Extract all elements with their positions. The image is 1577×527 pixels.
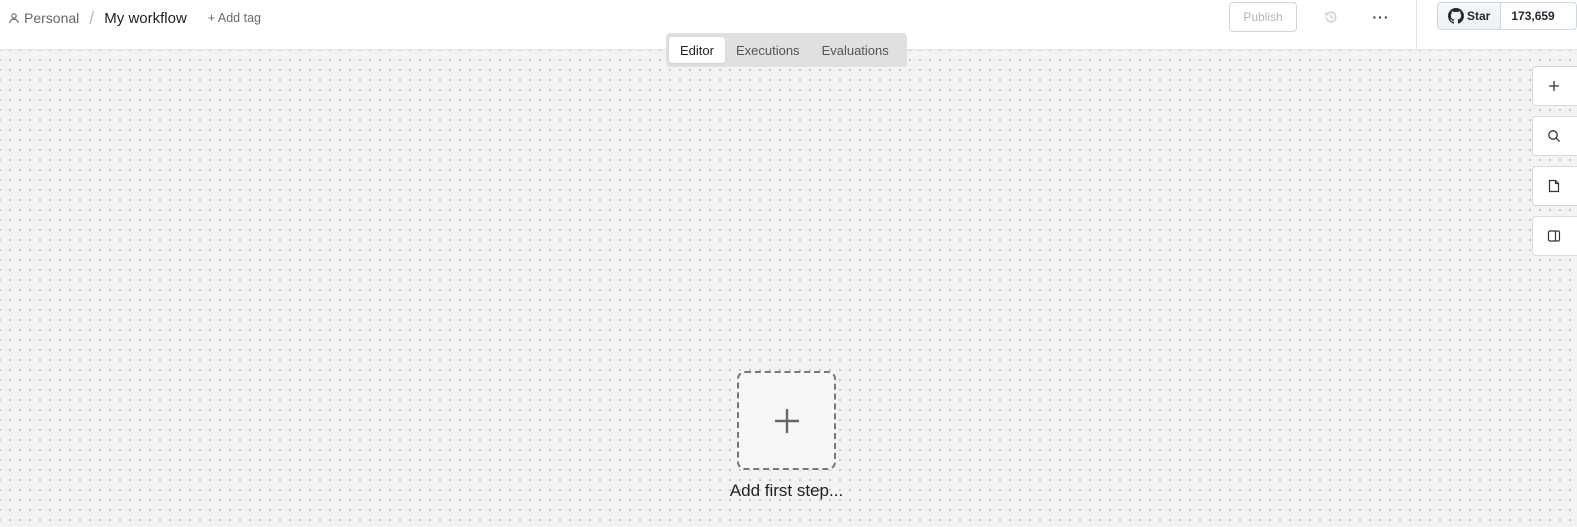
- tab-editor[interactable]: Editor: [669, 37, 725, 63]
- github-star-label: Star: [1467, 9, 1491, 23]
- tab-executions[interactable]: Executions: [725, 37, 811, 63]
- breadcrumb-personal-label: Personal: [24, 10, 80, 26]
- plus-icon: [1549, 81, 1559, 91]
- github-icon: [1448, 8, 1464, 24]
- add-node-button[interactable]: [1532, 66, 1577, 106]
- breadcrumb-separator: /: [89, 7, 95, 28]
- user-icon: [9, 13, 19, 24]
- github-star-button[interactable]: Star: [1438, 3, 1502, 29]
- panel-toggle-icon: [1547, 230, 1561, 242]
- tab-evaluations[interactable]: Evaluations: [811, 37, 900, 63]
- view-tabs: Editor Executions Evaluations: [666, 33, 907, 67]
- breadcrumb-personal[interactable]: Personal: [8, 10, 79, 26]
- workflow-editor: Personal / My workflow + Add tag Publish…: [0, 0, 1577, 527]
- more-options-button[interactable]: ···: [1371, 7, 1391, 27]
- add-tag-button[interactable]: + Add tag: [208, 11, 261, 25]
- github-star-count[interactable]: 173,659: [1501, 3, 1565, 29]
- breadcrumb: Personal / My workflow + Add tag: [8, 7, 261, 28]
- search-nodes-button[interactable]: [1532, 116, 1577, 156]
- publish-button[interactable]: Publish: [1229, 2, 1297, 32]
- add-sticky-note-button[interactable]: [1532, 166, 1577, 206]
- history-button[interactable]: [1321, 7, 1341, 27]
- toggle-panel-button[interactable]: [1532, 216, 1577, 256]
- sticky-note-icon: [1548, 179, 1560, 193]
- header-divider: [1416, 0, 1417, 50]
- github-star-widget: Star 173,659: [1437, 2, 1577, 30]
- workflow-title[interactable]: My workflow: [104, 10, 187, 27]
- plus-icon: [774, 408, 799, 433]
- add-first-step-button[interactable]: [737, 371, 836, 470]
- add-first-step-label: Add first step...: [729, 481, 844, 500]
- history-icon: [1325, 11, 1337, 23]
- search-icon: [1548, 130, 1560, 142]
